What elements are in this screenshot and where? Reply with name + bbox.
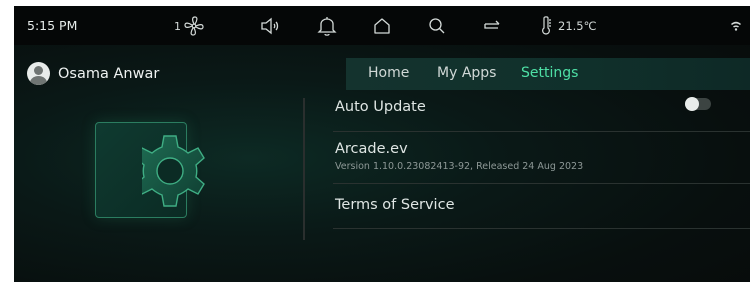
app-info-row: Arcade.ev Version 1.10.0.23082413-92, Re… bbox=[333, 132, 750, 184]
status-bar: 5:15 PM 1 21.5℃ bbox=[14, 6, 750, 45]
fan-level: 1 bbox=[174, 19, 181, 33]
divider bbox=[303, 98, 305, 240]
volume-icon bbox=[259, 16, 283, 36]
temperature-display[interactable]: 21.5℃ bbox=[540, 15, 597, 37]
tab-settings[interactable]: Settings bbox=[521, 65, 578, 81]
terms-of-service-row[interactable]: Terms of Service bbox=[333, 184, 750, 229]
nav-bar: Home My Apps Settings bbox=[346, 58, 750, 90]
auto-update-label: Auto Update bbox=[335, 99, 426, 115]
toggle-knob bbox=[685, 97, 699, 111]
user-profile[interactable]: Osama Anwar bbox=[27, 62, 159, 85]
auto-update-toggle[interactable] bbox=[685, 97, 711, 111]
repeat-button[interactable] bbox=[481, 15, 503, 37]
fan-control[interactable]: 1 bbox=[174, 15, 205, 37]
user-name: Osama Anwar bbox=[58, 65, 160, 82]
search-button[interactable] bbox=[427, 15, 447, 37]
wifi-status bbox=[730, 15, 742, 37]
auto-update-row[interactable]: Auto Update bbox=[333, 92, 750, 132]
clock: 5:15 PM bbox=[27, 18, 78, 33]
gear-icon bbox=[135, 126, 226, 220]
search-icon bbox=[427, 16, 447, 36]
app-version: Version 1.10.0.23082413-92, Released 24 … bbox=[335, 161, 584, 172]
home-icon bbox=[372, 16, 392, 36]
home-button[interactable] bbox=[372, 15, 392, 37]
fan-icon bbox=[183, 15, 205, 37]
avatar bbox=[27, 62, 50, 85]
tab-home[interactable]: Home bbox=[368, 65, 409, 81]
wifi-icon bbox=[730, 19, 742, 33]
thermometer-icon bbox=[540, 15, 552, 37]
app-name: Arcade.ev bbox=[335, 141, 408, 157]
notifications-button[interactable] bbox=[317, 15, 337, 37]
terms-of-service-link[interactable]: Terms of Service bbox=[335, 197, 454, 213]
volume-button[interactable] bbox=[259, 15, 283, 37]
tab-my-apps[interactable]: My Apps bbox=[437, 65, 496, 81]
temperature-value: 21.5℃ bbox=[558, 19, 597, 33]
bell-icon bbox=[317, 15, 337, 37]
repeat-icon bbox=[481, 16, 503, 36]
infotainment-screen: 5:15 PM 1 21.5℃ Osama Anwar Home My Apps… bbox=[14, 6, 750, 282]
